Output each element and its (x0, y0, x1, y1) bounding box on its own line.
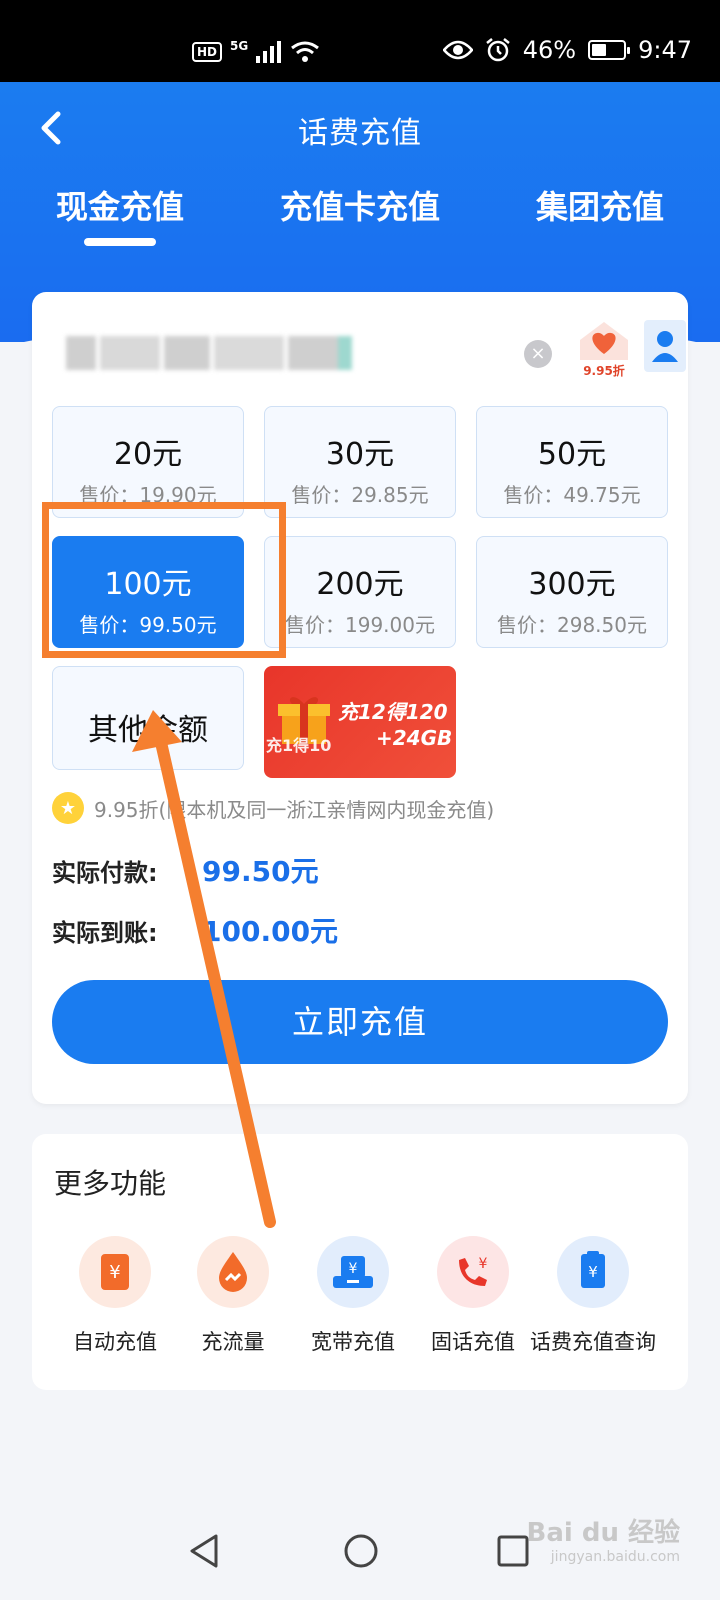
amount-price: 售价：199.00元 (285, 613, 435, 637)
more-features-card: 更多功能 ¥ 自动充值 充流量 ¥ 宽带充值 ¥ 固话充值 ¥ 话费充值查询 (32, 1134, 688, 1390)
amount-price: 售价：49.75元 (503, 483, 641, 507)
back-triangle-icon[interactable] (180, 1526, 230, 1576)
home-circle-icon[interactable] (336, 1526, 386, 1576)
signal-icon (256, 41, 282, 63)
battery-level (592, 44, 606, 56)
other-amount-button[interactable]: 其他金额 (52, 666, 244, 770)
clock: 9:47 (638, 36, 692, 64)
promo-line-1: 充12得120 (338, 700, 448, 724)
tab-group-recharge[interactable]: 集团充值 (536, 182, 664, 228)
phone-number-input[interactable] (66, 324, 356, 384)
feature-landline-recharge[interactable]: ¥ 固话充值 (408, 1236, 538, 1356)
amount-price: 售价：29.85元 (291, 483, 429, 507)
tab-bar: 现金充值 充值卡充值 集团充值 (0, 182, 720, 242)
svg-text:¥: ¥ (349, 1261, 358, 1277)
feature-label: 话费充值查询 (530, 1330, 656, 1354)
feature-label: 自动充值 (73, 1330, 157, 1354)
status-bar: HD 5G 46% 9:47 (0, 0, 720, 82)
tab-cash-recharge[interactable]: 现金充值 (56, 182, 184, 228)
amount-price: 售价：298.50元 (497, 613, 647, 637)
contact-button[interactable] (644, 320, 686, 372)
yuan-card-icon: ¥ (79, 1236, 151, 1308)
network-label: 5G (230, 39, 249, 53)
feature-label: 宽带充值 (311, 1330, 395, 1354)
discount-badge[interactable]: 9.95折 (576, 320, 632, 378)
active-tab-indicator (84, 238, 156, 246)
recharge-now-button[interactable]: 立即充值 (52, 980, 668, 1064)
star-icon: ★ (52, 792, 84, 824)
watermark-brand: Bai du 经验 (526, 1518, 681, 1548)
highlight-box (42, 502, 286, 658)
amount-face: 300元 (528, 567, 616, 602)
amount-face: 200元 (316, 567, 404, 602)
more-features-title: 更多功能 (54, 1167, 167, 1200)
phone-yuan-icon: ¥ (437, 1236, 509, 1308)
svg-text:¥: ¥ (479, 1256, 488, 1272)
amount-option[interactable]: 50元 售价：49.75元 (476, 406, 668, 518)
clear-icon[interactable]: × (524, 340, 552, 368)
eye-icon (442, 40, 473, 60)
wifi-icon (291, 41, 320, 62)
feature-broadband-recharge[interactable]: ¥ 宽带充值 (288, 1236, 418, 1356)
data-drop-icon (197, 1236, 269, 1308)
promo-corner-text: 充1得10 (266, 736, 332, 755)
amount-option[interactable]: 30元 售价：29.85元 (264, 406, 456, 518)
battery-percent: 46% (522, 36, 577, 64)
recharge-card: × 9.95折 20元 售价：19.90元 30元 售价：29.85元 50元 … (32, 292, 688, 1104)
phone-row: × 9.95折 (50, 316, 686, 386)
amount-option[interactable]: 300元 售价：298.50元 (476, 536, 668, 648)
promo-banner[interactable]: 充12得120 +24GB 充1得10 (264, 666, 456, 778)
amount-face: 20元 (113, 437, 183, 472)
feature-label: 充流量 (201, 1330, 265, 1354)
promo-line-2: +24GB (376, 726, 453, 750)
other-amount-label: 其他金额 (88, 713, 208, 748)
actual-pay-label: 实际付款: (52, 858, 158, 887)
actual-receive-value: 100.00元 (202, 915, 339, 948)
discount-note-text: 9.95折(限本机及同一浙江亲情网内现金充值) (94, 797, 495, 822)
feature-data-recharge[interactable]: 充流量 (168, 1236, 298, 1356)
actual-pay-value: 99.50元 (202, 855, 319, 888)
feature-label: 固话充值 (431, 1330, 515, 1354)
feature-auto-recharge[interactable]: ¥ 自动充值 (50, 1236, 180, 1356)
hd-icon: HD (192, 42, 223, 62)
discount-note: ★ 9.95折(限本机及同一浙江亲情网内现金充值) (52, 792, 494, 824)
actual-receive-label: 实际到账: (52, 918, 158, 947)
actual-receive-row: 实际到账: 100.00元 (52, 910, 338, 950)
amount-face: 30元 (325, 437, 395, 472)
svg-text:¥: ¥ (588, 1263, 598, 1281)
alarm-icon (485, 38, 510, 62)
watermark-url: jingyan.baidu.com (550, 1549, 680, 1565)
baidu-watermark: Bai du 经验 jingyan.baidu.com (527, 1512, 681, 1565)
heart-house-icon (580, 322, 628, 360)
tab-card-recharge[interactable]: 充值卡充值 (280, 182, 440, 228)
feature-recharge-query[interactable]: ¥ 话费充值查询 (528, 1236, 658, 1356)
contact-icon (652, 331, 678, 362)
broadband-icon: ¥ (317, 1236, 389, 1308)
page-title: 话费充值 (298, 116, 422, 151)
status-right: 46% 9:47 (442, 36, 692, 64)
clipboard-yuan-icon: ¥ (557, 1236, 629, 1308)
discount-badge-text: 9.95折 (583, 364, 625, 378)
amount-option[interactable]: 200元 售价：199.00元 (264, 536, 456, 648)
actual-pay-row: 实际付款: 99.50元 (52, 850, 319, 890)
battery-icon (588, 40, 631, 60)
status-left: HD 5G (192, 39, 320, 64)
amount-face: 50元 (537, 437, 607, 472)
svg-text:¥: ¥ (109, 1262, 120, 1283)
